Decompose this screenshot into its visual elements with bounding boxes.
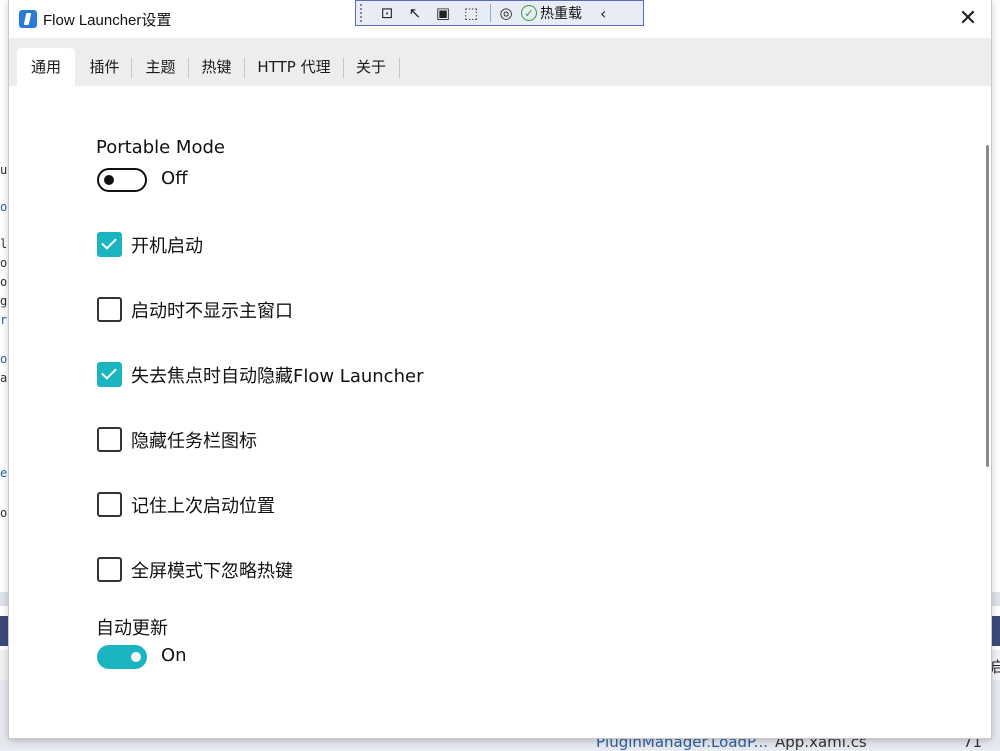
remember-position-label: 记住上次启动位置 xyxy=(131,496,275,517)
hot-reload-label[interactable]: 热重载 xyxy=(540,3,582,23)
select-element-icon[interactable]: ⊡ xyxy=(376,3,398,23)
hide-tray-icon-checkbox[interactable] xyxy=(97,427,122,452)
start-on-boot-label: 开机启动 xyxy=(131,236,203,257)
track-focus-icon[interactable]: ⬚ xyxy=(460,3,482,23)
tab-separator xyxy=(131,58,132,78)
tab-plugins[interactable]: 插件 xyxy=(77,48,132,86)
ignore-hotkeys-fullscreen-checkbox[interactable] xyxy=(97,557,122,582)
hide-on-focus-loss-label: 失去焦点时自动隐藏Flow Launcher xyxy=(131,366,424,387)
settings-window: Flow Launcher设置 ✕ 通用 插件 主题 热键 HTTP 代理 关于… xyxy=(9,0,991,738)
window-title: Flow Launcher设置 xyxy=(43,12,172,29)
hot-reload-ok-icon: ✓ xyxy=(521,5,537,21)
code-fragment: g xyxy=(0,294,8,308)
hide-on-focus-loss-checkbox[interactable] xyxy=(97,362,122,387)
flow-launcher-logo-icon xyxy=(19,10,37,28)
background-right-char: 启 xyxy=(990,658,1000,676)
remember-position-checkbox[interactable] xyxy=(97,492,122,517)
general-settings-panel xyxy=(9,86,991,738)
start-on-boot-checkbox[interactable] xyxy=(97,232,122,257)
toggle-knob xyxy=(131,652,141,662)
auto-update-toggle[interactable] xyxy=(97,645,147,669)
code-fragment: r xyxy=(0,313,8,327)
hide-on-startup-checkbox[interactable] xyxy=(97,297,122,322)
close-button[interactable]: ✕ xyxy=(945,0,991,38)
tab-about[interactable]: 关于 xyxy=(343,48,399,86)
pointer-icon[interactable]: ↖ xyxy=(404,3,426,23)
auto-update-title: 自动更新 xyxy=(96,618,168,639)
ignore-hotkeys-fullscreen-label: 全屏模式下忽略热键 xyxy=(131,561,293,582)
vertical-scrollbar[interactable] xyxy=(986,145,989,467)
auto-update-state: On xyxy=(161,645,187,666)
portable-mode-title: Portable Mode xyxy=(96,137,225,158)
collapse-chevron-icon[interactable]: ‹ xyxy=(600,4,606,23)
xaml-debug-toolbar: ⊡ ↖ ▣ ⬚ ◎ ✓ 热重载 ‹ xyxy=(355,0,644,26)
portable-mode-state: Off xyxy=(161,168,188,189)
portable-mode-toggle[interactable] xyxy=(97,168,147,192)
tab-general[interactable]: 通用 xyxy=(17,48,75,86)
toolbar-grip-handle[interactable] xyxy=(360,4,370,22)
frame-icon[interactable]: ▣ xyxy=(432,3,454,23)
toggle-knob xyxy=(104,175,114,185)
display-layout-icon[interactable]: ◎ xyxy=(497,3,515,23)
hide-on-startup-label: 启动时不显示主窗口 xyxy=(131,301,293,322)
code-fragment: u xyxy=(0,163,8,177)
tab-theme[interactable]: 主题 xyxy=(133,48,188,86)
tab-separator xyxy=(399,58,400,78)
tab-bar: 通用 插件 主题 热键 HTTP 代理 关于 xyxy=(9,38,991,86)
tab-http-proxy[interactable]: HTTP 代理 xyxy=(245,48,343,86)
hide-tray-icon-label: 隐藏任务栏图标 xyxy=(131,431,257,452)
tab-hotkeys[interactable]: 热键 xyxy=(189,48,244,86)
toolbar-separator xyxy=(490,4,491,22)
